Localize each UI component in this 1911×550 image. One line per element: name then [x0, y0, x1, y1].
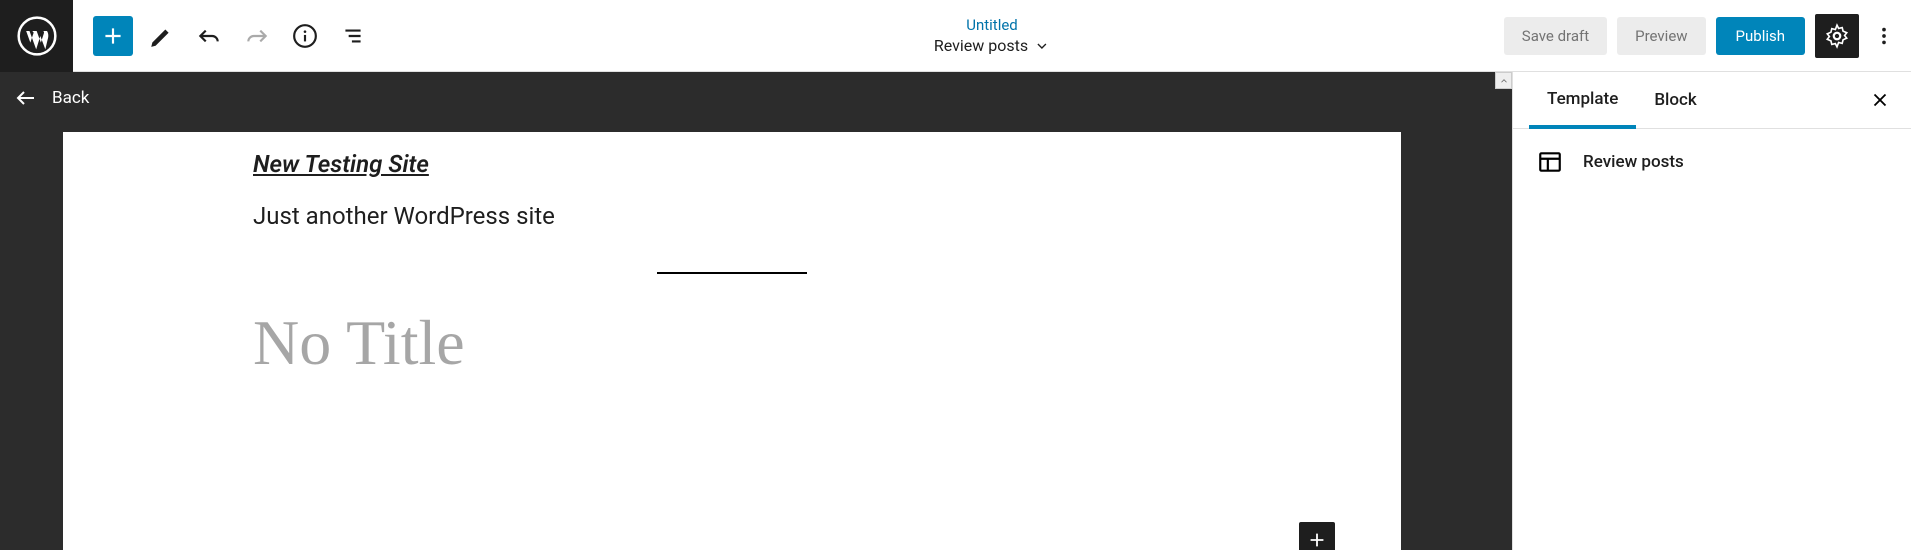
layout-icon: [1537, 149, 1563, 175]
publish-button[interactable]: Publish: [1716, 17, 1805, 55]
tab-template[interactable]: Template: [1529, 73, 1636, 129]
chevron-down-icon: [1034, 38, 1050, 54]
back-button[interactable]: Back: [14, 86, 89, 110]
redo-button[interactable]: [237, 16, 277, 56]
dots-vertical-icon: [1873, 25, 1895, 47]
site-title[interactable]: New Testing Site: [253, 150, 1211, 178]
gear-icon: [1824, 23, 1850, 49]
tools-button[interactable]: [141, 16, 181, 56]
preview-button[interactable]: Preview: [1617, 17, 1705, 55]
plus-icon: [1306, 529, 1328, 550]
editor-canvas: Back New Testing Site Just another WordP…: [0, 72, 1512, 550]
template-panel-row[interactable]: Review posts: [1513, 129, 1911, 195]
document-info-button[interactable]: [285, 16, 325, 56]
tab-block[interactable]: Block: [1636, 72, 1714, 128]
back-label: Back: [52, 88, 89, 108]
document-title-link[interactable]: Untitled: [966, 16, 1018, 34]
block-inserter-button[interactable]: [93, 16, 133, 56]
post-title-placeholder[interactable]: No Title: [253, 306, 1211, 380]
settings-button[interactable]: [1815, 14, 1859, 58]
add-block-button[interactable]: [1299, 522, 1335, 550]
save-draft-button[interactable]: Save draft: [1504, 17, 1607, 55]
close-sidebar-button[interactable]: [1865, 85, 1895, 115]
template-selector-label: Review posts: [934, 36, 1028, 55]
settings-sidebar: Template Block Review posts: [1512, 72, 1911, 550]
template-selector[interactable]: Review posts: [934, 36, 1050, 55]
list-view-button[interactable]: [333, 16, 373, 56]
site-tagline[interactable]: Just another WordPress site: [253, 202, 1211, 230]
close-icon: [1869, 89, 1891, 111]
page-preview: New Testing Site Just another WordPress …: [63, 132, 1401, 550]
scrollbar-up-button[interactable]: [1495, 72, 1512, 89]
separator-block[interactable]: [657, 272, 807, 274]
more-options-button[interactable]: [1869, 14, 1899, 58]
template-name-label: Review posts: [1583, 152, 1684, 172]
wordpress-logo[interactable]: [0, 0, 73, 72]
arrow-left-icon: [14, 86, 38, 110]
undo-button[interactable]: [189, 16, 229, 56]
